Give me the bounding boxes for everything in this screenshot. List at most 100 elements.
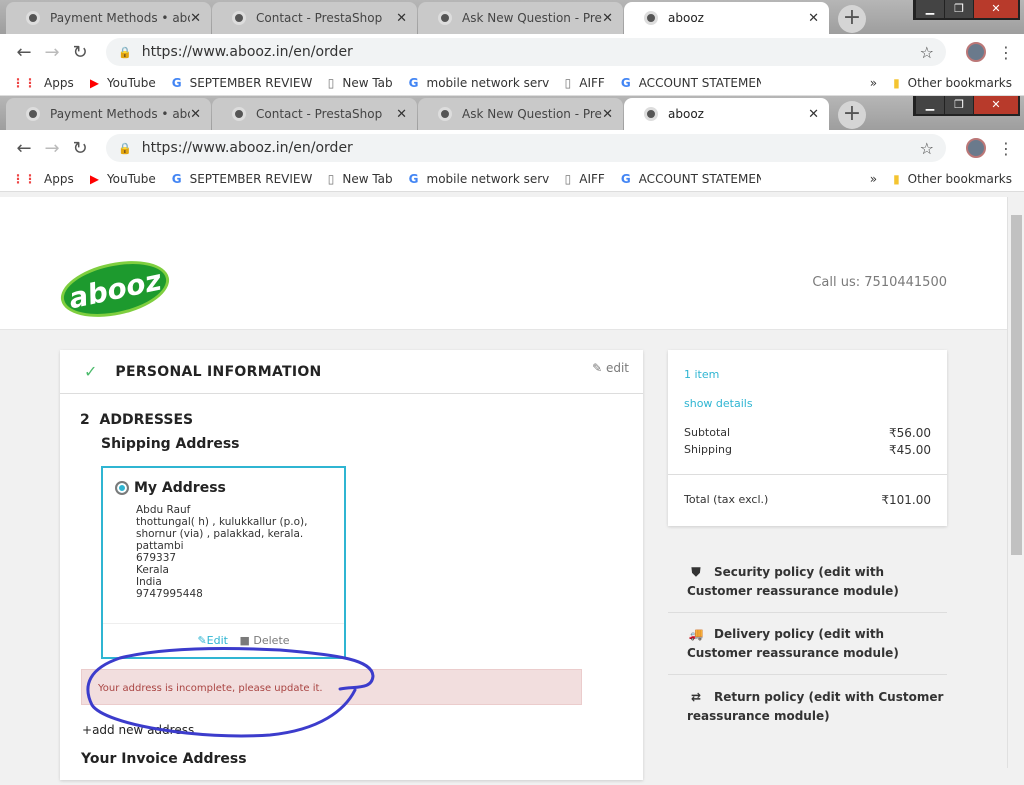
- total-row: Total (tax excl.) ₹101.00: [684, 493, 931, 507]
- tab-ask-question[interactable]: Ask New Question - PrestaShop✕: [418, 98, 623, 130]
- prestashop-favicon-icon: [26, 11, 40, 25]
- forward-button[interactable]: →: [38, 138, 66, 159]
- close-tab-icon[interactable]: ✕: [808, 107, 819, 122]
- tab-contact[interactable]: Contact - PrestaShop ✕: [212, 98, 417, 130]
- bookmark-aiff[interactable]: ▯ AIFF: [565, 76, 605, 90]
- scrollbar-thumb[interactable]: [1011, 215, 1022, 555]
- google-icon: G: [408, 75, 419, 90]
- invoice-address-heading: Your Invoice Address: [81, 751, 247, 767]
- prestashop-favicon-icon: [438, 11, 452, 25]
- bookmark-new-tab[interactable]: ▯ New Tab: [328, 172, 393, 186]
- trash-icon: ■: [239, 634, 250, 647]
- bookmark-youtube[interactable]: ▶ YouTube: [90, 76, 156, 90]
- new-tab-button[interactable]: +: [838, 5, 866, 33]
- bookmark-account-statement[interactable]: G ACCOUNT STATEMEN: [621, 76, 761, 90]
- step-personal-information[interactable]: ✓ PERSONAL INFORMATION ✎ edit: [60, 350, 643, 394]
- toolbar: ← → ↻ 🔒 https://www.abooz.in/en/order ☆ ⋮: [0, 130, 1024, 166]
- minimize-button[interactable]: ▁: [916, 96, 944, 114]
- reassurance-delivery: 🚚 Delivery policy (edit with Customer rea…: [668, 625, 947, 675]
- subtotal-row: Subtotal ₹56.00: [684, 426, 931, 440]
- tab-contact[interactable]: Contact - PrestaShop ✕: [212, 2, 417, 34]
- folder-icon: ▮: [893, 171, 900, 186]
- address-card[interactable]: My Address Abdu Rauf thottungal( h) , ku…: [101, 466, 346, 659]
- edit-address-link[interactable]: ✎Edit: [197, 634, 228, 647]
- back-button[interactable]: ←: [10, 42, 38, 63]
- show-details-link[interactable]: show details: [684, 397, 753, 410]
- youtube-icon: ▶: [89, 75, 99, 90]
- arrows-exchange-icon: ⇄: [690, 690, 702, 704]
- bookmark-youtube[interactable]: ▶ YouTube: [90, 172, 156, 186]
- shield-icon: ⛊: [691, 565, 701, 579]
- google-icon: G: [171, 171, 182, 186]
- reassurance-return: ⇄ Return policy (edit with Customer reass…: [687, 690, 944, 723]
- close-tab-icon[interactable]: ✕: [190, 107, 201, 122]
- bookmarks-overflow-button[interactable]: »: [870, 76, 877, 90]
- window-controls: ▁ ❐ ✕: [913, 96, 1020, 116]
- bookmark-star-icon[interactable]: ☆: [920, 139, 934, 158]
- bookmark-september-review[interactable]: G SEPTEMBER REVIEW T: [172, 172, 312, 186]
- other-bookmarks[interactable]: ▮ Other bookmarks: [893, 172, 1012, 186]
- profile-avatar[interactable]: [966, 138, 986, 158]
- bookmark-new-tab[interactable]: ▯ New Tab: [328, 76, 393, 90]
- profile-avatar[interactable]: [966, 42, 986, 62]
- add-new-address-link[interactable]: +add new address: [82, 723, 623, 737]
- reload-button[interactable]: ↻: [66, 138, 94, 159]
- edit-personal-info-link[interactable]: ✎ edit: [592, 361, 629, 375]
- tab-abooz[interactable]: abooz ✕: [624, 98, 829, 130]
- close-window-button[interactable]: ✕: [974, 96, 1018, 114]
- close-window-button[interactable]: ✕: [974, 0, 1018, 18]
- addresses-heading: 2 ADDRESSES: [80, 412, 194, 428]
- page-icon: ▯: [564, 75, 572, 90]
- prestashop-favicon-icon: [644, 107, 658, 121]
- bookmark-star-icon[interactable]: ☆: [920, 43, 934, 62]
- apps-grid-icon: ⋮⋮: [12, 171, 36, 186]
- restore-button[interactable]: ❐: [945, 96, 973, 114]
- delete-address-link[interactable]: ■ Delete: [239, 634, 289, 647]
- minimize-button[interactable]: ▁: [916, 0, 944, 18]
- tab-strip: Payment Methods • abooz✕ Contact - Prest…: [0, 96, 1024, 130]
- address-bar[interactable]: 🔒 https://www.abooz.in/en/order ☆: [106, 38, 946, 66]
- tab-strip: Payment Methods • abooz✕ Contact - Prest…: [0, 0, 1024, 34]
- new-tab-button[interactable]: +: [838, 101, 866, 129]
- tab-payment-methods[interactable]: Payment Methods • abooz✕: [6, 2, 211, 34]
- address-error-alert: Your address is incomplete, please updat…: [81, 669, 582, 705]
- bookmark-mobile-network[interactable]: Gmobile network servic: [409, 172, 549, 186]
- close-tab-icon[interactable]: ✕: [808, 11, 819, 26]
- scrollbar[interactable]: [1007, 197, 1024, 768]
- browser-chrome: Payment Methods • abooz✕ Contact - Prest…: [0, 96, 1024, 192]
- close-tab-icon[interactable]: ✕: [396, 11, 407, 26]
- page-icon: ▯: [327, 75, 335, 90]
- abooz-logo[interactable]: abooz: [55, 252, 175, 326]
- bookmark-september-review[interactable]: G SEPTEMBER REVIEW T: [172, 76, 312, 90]
- lock-icon: 🔒: [118, 141, 132, 155]
- call-us: Call us: 7510441500: [812, 275, 947, 290]
- tab-abooz[interactable]: abooz ✕: [624, 2, 829, 34]
- tab-payment-methods[interactable]: Payment Methods • abooz✕: [6, 98, 211, 130]
- bookmark-apps[interactable]: ⋮⋮ Apps: [12, 76, 74, 90]
- close-tab-icon[interactable]: ✕: [396, 107, 407, 122]
- pencil-icon: ✎: [197, 634, 207, 647]
- address-radio[interactable]: [115, 481, 129, 495]
- restore-button[interactable]: ❐: [945, 0, 973, 18]
- other-bookmarks[interactable]: ▮ Other bookmarks: [893, 76, 1012, 90]
- address-bar[interactable]: 🔒 https://www.abooz.in/en/order ☆: [106, 134, 946, 162]
- divider: [668, 474, 947, 475]
- reload-button[interactable]: ↻: [66, 42, 94, 63]
- tab-ask-question[interactable]: Ask New Question - PrestaShop✕: [418, 2, 623, 34]
- youtube-icon: ▶: [89, 171, 99, 186]
- close-tab-icon[interactable]: ✕: [602, 11, 613, 26]
- close-tab-icon[interactable]: ✕: [602, 107, 613, 122]
- bookmark-apps[interactable]: ⋮⋮ Apps: [12, 172, 74, 186]
- bookmark-aiff[interactable]: ▯ AIFF: [565, 172, 605, 186]
- prestashop-favicon-icon: [438, 107, 452, 121]
- bookmarks-overflow-button[interactable]: »: [870, 172, 877, 186]
- page-icon: ▯: [564, 171, 572, 186]
- forward-button[interactable]: →: [38, 42, 66, 63]
- bookmark-mobile-network[interactable]: Gmobile network servic: [409, 76, 549, 90]
- close-tab-icon[interactable]: ✕: [190, 11, 201, 26]
- bookmark-account-statement[interactable]: G ACCOUNT STATEMEN: [621, 172, 761, 186]
- lock-icon: 🔒: [118, 45, 132, 59]
- back-button[interactable]: ←: [10, 138, 38, 159]
- menu-icon[interactable]: ⋮: [998, 139, 1014, 158]
- menu-icon[interactable]: ⋮: [998, 43, 1014, 62]
